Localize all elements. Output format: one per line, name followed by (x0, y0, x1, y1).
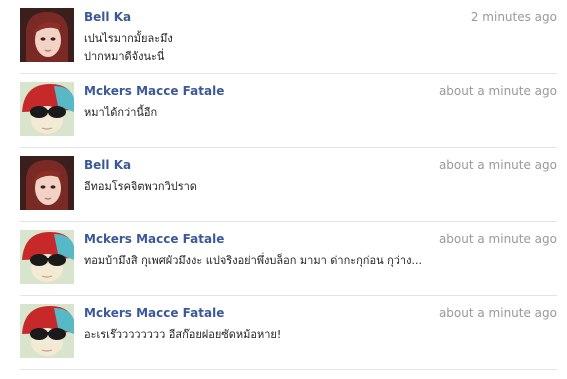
avatar[interactable] (20, 230, 74, 284)
avatar[interactable] (20, 8, 74, 62)
author-name[interactable]: Bell Ka (84, 10, 131, 24)
message-item: Mckers Macce Fatale about a minute ago อ… (0, 296, 567, 370)
message-line: ปากหมาดีจังนะนี่ (84, 50, 165, 63)
author-name[interactable]: Mckers Macce Fatale (84, 84, 224, 98)
timestamp[interactable]: about a minute ago (439, 84, 557, 98)
message-line: ทอมบ้ามึงสิ กุเพศผัวมึงงะ แปจริงอย่าพึ่ง… (84, 254, 422, 267)
message-item: Bell Ka 2 minutes ago เปนไรมากมั้ยละมึง … (0, 0, 567, 74)
timestamp[interactable]: about a minute ago (439, 158, 557, 172)
girl-portrait-avatar-icon (20, 8, 74, 62)
timestamp[interactable]: about a minute ago (439, 232, 557, 246)
sunglasses-red-hair-avatar-icon (20, 304, 74, 358)
message-line: อีทอมโรคจิตพวกวิปราด (84, 180, 197, 193)
author-name[interactable]: Mckers Macce Fatale (84, 232, 224, 246)
timestamp[interactable]: 2 minutes ago (471, 10, 557, 24)
author-name[interactable]: Mckers Macce Fatale (84, 306, 224, 320)
message-text: เปนไรมากมั้ยละมึง ปากหมาดีจังนะนี่ (84, 30, 554, 66)
message-text: ทอมบ้ามึงสิ กุเพศผัวมึงงะ แปจริงอย่าพึ่ง… (84, 252, 554, 270)
author-name[interactable]: Bell Ka (84, 158, 131, 172)
avatar[interactable] (20, 156, 74, 210)
message-text: อีทอมโรคจิตพวกวิปราด (84, 178, 554, 196)
message-text: อะเรเร๊วววววววว อีสก๊อยฝอยซัดหม้อหาย! (84, 326, 554, 344)
timestamp[interactable]: about a minute ago (439, 306, 557, 320)
sunglasses-red-hair-avatar-icon (20, 82, 74, 136)
message-text: หมาได้กว่านี้อีก (84, 104, 554, 122)
message-thread: Bell Ka 2 minutes ago เปนไรมากมั้ยละมึง … (0, 0, 567, 379)
message-item: Mckers Macce Fatale about a minute ago ท… (0, 222, 567, 296)
message-item: Bell Ka about a minute ago อีทอมโรคจิตพว… (0, 148, 567, 222)
avatar[interactable] (20, 304, 74, 358)
girl-portrait-avatar-icon (20, 156, 74, 210)
message-item: Mckers Macce Fatale about a minute ago ห… (0, 74, 567, 148)
divider (20, 369, 557, 370)
message-line: หมาได้กว่านี้อีก (84, 106, 158, 119)
sunglasses-red-hair-avatar-icon (20, 230, 74, 284)
message-line: เปนไรมากมั้ยละมึง (84, 32, 173, 45)
message-line: อะเรเร๊วววววววว อีสก๊อยฝอยซัดหม้อหาย! (84, 328, 282, 341)
avatar[interactable] (20, 82, 74, 136)
